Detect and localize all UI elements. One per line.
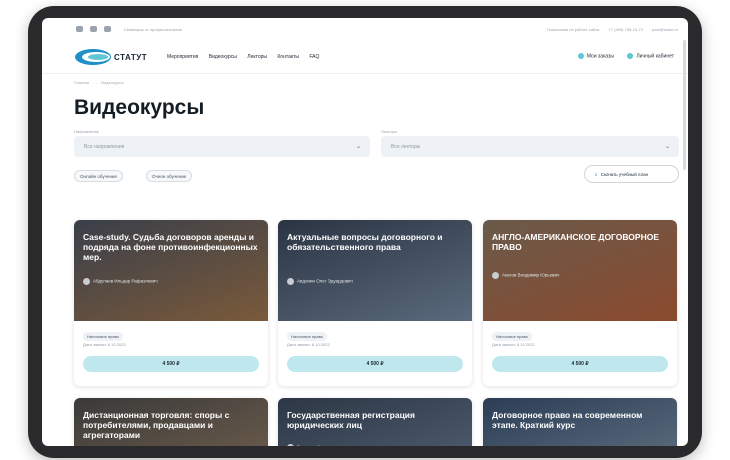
avatar	[492, 272, 499, 279]
youtube-icon[interactable]	[90, 26, 97, 32]
course-author: Абдулаев Ильдар Рафаэлевич	[83, 278, 158, 285]
breadcrumb-home[interactable]: Главная	[74, 80, 89, 85]
cabinet-link[interactable]: Личный кабинет	[627, 53, 674, 59]
statut-logo[interactable]	[74, 48, 112, 66]
user-icon	[627, 53, 634, 59]
course-title[interactable]: Case-study. Судьба договоров аренды и по…	[83, 232, 259, 262]
orders-label: Мои заказы	[586, 53, 614, 60]
course-tag[interactable]: Налоговое право	[492, 332, 532, 341]
download-plan-button[interactable]: ⇓ Скачать учебный план	[584, 165, 679, 183]
course-card[interactable]: Case-study. Судьба договоров аренды и по…	[74, 220, 268, 386]
price-button[interactable]: 4 500 ₽	[287, 356, 463, 372]
course-date: Дата записи: 6.10.2022	[83, 342, 126, 347]
course-title[interactable]: Актуальные вопросы договорного и обязате…	[287, 232, 463, 252]
main-nav: Мероприятия Видеокурсы Лекторы Контакты …	[167, 54, 328, 60]
logo-text: СТАТУТ	[114, 53, 148, 62]
avatar	[287, 444, 294, 446]
slogan-text: Семинары от профессионалов	[124, 27, 182, 32]
breadcrumb-current: Видеокурсы	[101, 80, 124, 85]
nav-item-events[interactable]: Мероприятия	[167, 54, 198, 60]
course-author: Авдонин Олег Эдуардович	[287, 278, 353, 285]
nav-item-lecturers[interactable]: Лекторы	[247, 54, 267, 60]
course-title[interactable]: АНГЛО-АМЕРИКАНСКОЕ ДОГОВОРНОЕ ПРАВО	[492, 232, 668, 252]
chip-offline[interactable]: Очное обучение	[146, 170, 193, 182]
course-card[interactable]: Договорное право на современном этапе. К…	[483, 398, 677, 446]
lecturers-select-value: Все лекторы	[391, 144, 421, 150]
breadcrumb: Главная → Видеокурсы	[74, 80, 124, 85]
course-card[interactable]: АНГЛО-АМЕРИКАНСКОЕ ДОГОВОРНОЕ ПРАВО Акат…	[483, 220, 677, 386]
avatar	[287, 278, 294, 285]
course-author-name: Акатов Владимир Юрьевич	[502, 272, 560, 278]
course-author: Акатов Владимир Юрьевич	[492, 272, 559, 279]
lecturers-filter-label: Лекторы	[381, 129, 397, 134]
breadcrumb-separator: →	[93, 80, 98, 85]
course-card[interactable]: Актуальные вопросы договорного и обязате…	[278, 220, 472, 386]
direction-select-value: Все направления	[84, 144, 125, 150]
download-plan-label: Скачать учебный план	[600, 172, 649, 177]
course-date: Дата записи: 6.10.2022	[287, 342, 330, 347]
orders-link[interactable]: Мои заказы	[577, 53, 614, 60]
tablet-frame: Семинары от профессионалов Пожелания по …	[28, 6, 702, 458]
email-link[interactable]: post@statut.ru	[652, 27, 678, 32]
course-author-name: Абдулаев Ильдар Рафаэлевич	[93, 278, 158, 284]
course-author: Батищев Иван	[287, 444, 327, 446]
cabinet-label: Личный кабинет	[636, 53, 674, 60]
course-author-name: Батищев Иван	[297, 445, 327, 446]
phone-link[interactable]: +7 (499) 755-15-73	[608, 27, 642, 32]
feedback-link[interactable]: Пожелания по работе сайта	[547, 27, 599, 32]
contacts-row: Пожелания по работе сайта +7 (499) 755-1…	[539, 27, 678, 32]
course-card[interactable]: Государственная регистрация юридических …	[278, 398, 472, 446]
cart-icon	[577, 53, 584, 59]
download-icon: ⇓	[594, 172, 598, 177]
direction-filter-label: Направление	[74, 129, 99, 134]
price-button[interactable]: 4 500 ₽	[492, 356, 668, 372]
course-title[interactable]: Дистанционная торговля: споры с потребит…	[83, 410, 259, 440]
course-title[interactable]: Договорное право на современном этапе. К…	[492, 410, 668, 430]
page-title: Видеокурсы	[74, 96, 205, 119]
vk-icon[interactable]	[76, 26, 83, 32]
site-header: СТАТУТ Мероприятия Видеокурсы Лекторы Ко…	[42, 40, 688, 74]
top-bar: Семинары от профессионалов Пожелания по …	[42, 18, 688, 40]
chevron-down-icon: ⌄	[664, 144, 670, 150]
nav-item-faq[interactable]: FAQ	[309, 54, 319, 60]
course-author-name: Авдонин Олег Эдуардович	[297, 278, 353, 284]
direction-select[interactable]: Все направления ⌄	[74, 136, 370, 157]
course-card[interactable]: Дистанционная торговля: споры с потребит…	[74, 398, 268, 446]
lecturers-select[interactable]: Все лекторы ⌄	[381, 136, 679, 157]
nav-item-videocourses[interactable]: Видеокурсы	[209, 54, 237, 60]
chevron-down-icon: ⌄	[355, 144, 361, 150]
header-actions: Мои заказы Личный кабинет	[566, 53, 674, 59]
browser-screen: Семинары от профессионалов Пожелания по …	[42, 18, 688, 446]
course-date: Дата записи: 6.10.2022	[492, 342, 535, 347]
course-tag[interactable]: Налоговое право	[287, 332, 327, 341]
course-title[interactable]: Государственная регистрация юридических …	[287, 410, 463, 430]
price-button[interactable]: 4 500 ₽	[83, 356, 259, 372]
page-scrollbar[interactable]	[683, 40, 686, 170]
nav-item-contacts[interactable]: Контакты	[277, 54, 299, 60]
chip-online[interactable]: Онлайн обучение	[74, 170, 123, 182]
avatar	[83, 278, 90, 285]
telegram-icon[interactable]	[104, 26, 111, 32]
course-tag[interactable]: Налоговое право	[83, 332, 123, 341]
